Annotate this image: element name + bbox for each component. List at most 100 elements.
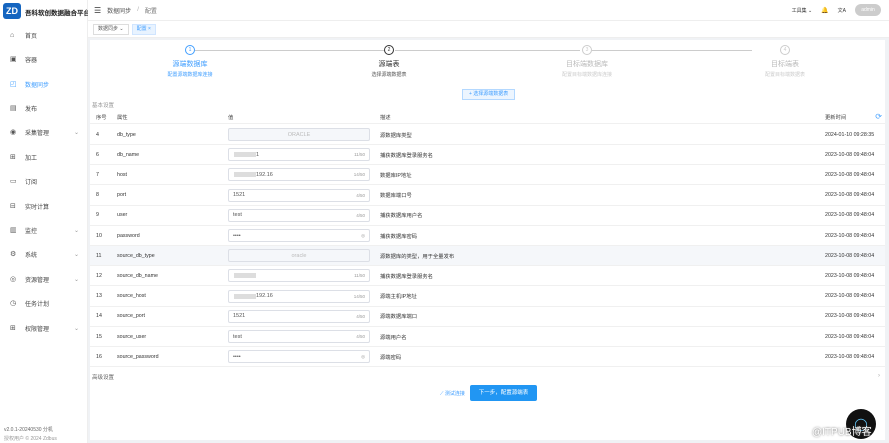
- row-no: 11: [96, 252, 102, 259]
- chevron-down-icon: ⌄: [73, 227, 79, 234]
- step-subtitle: 配置源端数据库连接: [167, 72, 213, 78]
- row-desc: 源端主机IP地址: [380, 294, 417, 301]
- value-input: oracle: [228, 249, 370, 263]
- sidebar-item-icon: ⊞: [10, 325, 16, 332]
- copyright: 授权用户 © 2024 Zdbus: [4, 436, 57, 442]
- sidebar-item[interactable]: ◉ 采集管理 ⌄: [0, 123, 88, 141]
- user-avatar[interactable]: admin: [855, 4, 881, 16]
- step-1: 1 源端数据库 配置源端数据库连接: [120, 45, 260, 78]
- row-time: 2023-10-08 09:48:04: [825, 293, 875, 300]
- chevron-down-icon: ⌄: [73, 251, 79, 258]
- row-no: 15: [96, 333, 102, 340]
- value-text: ••••: [233, 232, 241, 239]
- char-count: 11/50: [354, 152, 365, 158]
- sidebar-item[interactable]: ◎ 资源管理 ⌄: [0, 270, 88, 288]
- next-step-button[interactable]: 下一步，配置源端表: [470, 385, 537, 401]
- sidebar-item-icon: ⚙: [10, 251, 17, 258]
- step-title: 目标端表: [771, 61, 799, 68]
- row-desc: 源端数据库端口: [380, 314, 418, 321]
- row-attr: source_port: [117, 313, 145, 320]
- row-no: 6: [96, 151, 99, 158]
- row-no: 8: [96, 192, 99, 199]
- breadcrumb-data-sync[interactable]: 数据同步: [107, 6, 131, 15]
- sidebar-item[interactable]: ▣ 容器: [0, 50, 88, 68]
- sidebar-item-icon: ⌂: [10, 31, 15, 39]
- sidebar-item[interactable]: ▥ 监控 ⌄: [0, 221, 88, 239]
- sidebar-item-icon: ◰: [10, 81, 17, 88]
- select-source-table-button[interactable]: + 选择源端数据表: [462, 89, 516, 100]
- table-row: 14 source_port 1521 4/50 源端数据库端口 2023-10-…: [90, 307, 885, 327]
- value-input[interactable]: 192.16 14/50: [228, 168, 370, 182]
- row-desc: 数据库端口号: [380, 193, 412, 200]
- step-number: 4: [780, 45, 790, 55]
- row-no: 10: [96, 232, 102, 239]
- test-connection-link[interactable]: ⟋ 测试连接: [440, 390, 465, 397]
- value-input: ORACLE: [228, 128, 370, 141]
- eye-icon[interactable]: ◎: [361, 354, 365, 360]
- value-input[interactable]: 1521 4/50: [228, 309, 370, 323]
- sidebar-item[interactable]: ◷ 任务计划: [0, 294, 88, 312]
- row-attr: db_type: [117, 131, 136, 138]
- row-desc: 源端密码: [380, 354, 402, 361]
- value-input[interactable]: 1521 4/50: [228, 188, 370, 202]
- value-input[interactable]: •••• ◎: [228, 229, 370, 242]
- tags-bar: 数据同步 ⌄ 配置 ×: [88, 21, 889, 38]
- sidebar-item[interactable]: ▤ 发布: [0, 99, 88, 117]
- value-text: oracle: [291, 252, 307, 259]
- row-no: 7: [96, 171, 99, 178]
- value-input[interactable]: 1 11/50: [228, 148, 370, 162]
- value-text: ••••: [233, 353, 241, 360]
- sidebar-item-label: 资源管理: [25, 277, 50, 284]
- table-row: 16 source_password •••• ◎ 源端密码 2023-10-08…: [90, 347, 885, 368]
- row-attr: source_password: [117, 353, 159, 360]
- row-attr: source_user: [117, 333, 147, 340]
- breadcrumb-config: 配置: [144, 8, 157, 15]
- value-input[interactable]: test 4/50: [228, 208, 370, 222]
- value-text: 1521: [233, 192, 246, 199]
- row-attr: port: [117, 192, 127, 199]
- sidebar-item[interactable]: ⊞ 加工: [0, 148, 88, 166]
- app-logo: ZD: [3, 3, 21, 19]
- tag-data-sync[interactable]: 数据同步 ⌄: [93, 23, 129, 35]
- step-4: 4 目标端表 配置目标端数据表: [715, 45, 855, 78]
- sidebar-item[interactable]: ⊞ 权限管理 ⌄: [0, 319, 88, 337]
- sidebar-item[interactable]: ◰ 数据同步: [0, 75, 88, 93]
- table-row: 11 source_db_type oracle 源数据库的类型，用于全量发布 …: [90, 246, 885, 267]
- sidebar-item-label: 首页: [25, 33, 38, 40]
- row-no: 14: [96, 313, 102, 320]
- row-time: 2024-01-10 09:28:35: [825, 131, 875, 138]
- value-input[interactable]: •••• ◎: [228, 350, 370, 364]
- sidebar-item-icon: ◷: [10, 300, 17, 307]
- value-input[interactable]: test 4/50: [228, 330, 370, 343]
- row-time: 2023-10-08 09:48:04: [825, 212, 875, 219]
- bell-icon[interactable]: 🔔: [821, 7, 828, 14]
- row-desc: 捕获数据库登录服务名: [380, 273, 433, 280]
- sidebar-item-icon: ◎: [10, 276, 17, 283]
- menu-toggle-icon[interactable]: ☰: [94, 6, 101, 15]
- eye-icon[interactable]: ◎: [361, 233, 365, 239]
- chevron-right-icon[interactable]: ›: [878, 373, 880, 379]
- sidebar: ZD 吾科软创数据融合平台 ⌂ 首页 ▣ 容器 ◰ 数据同步 ▤ 发布 ◉ 采集管理 ⌄ ⊞ 加工 ▭ 订阅…: [0, 0, 90, 443]
- row-attr: source_db_name: [117, 272, 158, 279]
- chevron-down-icon: ⌄: [73, 129, 79, 136]
- step-title: 源端表: [378, 61, 400, 68]
- value-input[interactable]: 192.16 14/50: [228, 289, 370, 303]
- row-desc: 捕获数据库密码: [380, 233, 418, 240]
- table-row: 12 source_db_name 11/50 捕获数据库登录服务名 2023-…: [90, 266, 885, 287]
- value-input[interactable]: 11/50: [228, 269, 370, 283]
- sidebar-item[interactable]: ⌂ 首页: [0, 26, 88, 44]
- sidebar-item[interactable]: ▭ 订阅: [0, 172, 88, 190]
- advanced-settings-label[interactable]: 高级设置: [92, 373, 114, 381]
- sidebar-item[interactable]: ⚙ 系统 ⌄: [0, 245, 88, 263]
- tag-config[interactable]: 配置 ×: [131, 23, 156, 35]
- sidebar-item-icon: ▣: [10, 56, 17, 63]
- redacted: [234, 172, 256, 178]
- value-text: 1521: [233, 313, 246, 320]
- row-attr: user: [117, 212, 128, 219]
- sidebar-item[interactable]: ⊟ 实时计算: [0, 197, 88, 215]
- tools-dropdown[interactable]: 工具集 ⌄: [792, 7, 813, 14]
- row-desc: 数据库IP地址: [380, 172, 412, 179]
- language-icon[interactable]: 文A: [838, 7, 846, 14]
- step-3: 3 目标端数据库 配置目标端数据库连接: [517, 45, 657, 78]
- col-value: 值: [228, 114, 234, 121]
